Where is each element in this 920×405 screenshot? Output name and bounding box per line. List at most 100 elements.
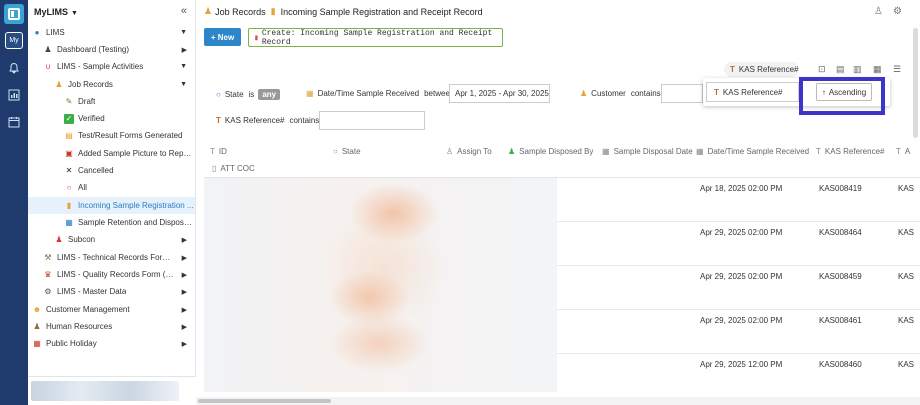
sidebar-item-master-data[interactable]: ⚙ LIMS - Master Data ▶ <box>28 283 195 300</box>
sort-field-select[interactable]: T KAS Reference# <box>706 82 799 102</box>
cell-kas-reference: KAS008460 <box>819 360 862 369</box>
sidebar-item-forms-generated[interactable]: ▤ Test/Result Forms Generated <box>28 127 195 144</box>
highlight-annotation <box>799 77 885 115</box>
collapse-sidebar-icon[interactable]: « <box>181 5 187 17</box>
cell-next: KAS <box>898 272 915 281</box>
sidebar-item-sample-picture[interactable]: ▣ Added Sample Picture to Repor... <box>28 145 195 162</box>
draft-icon: ✎ <box>65 97 73 106</box>
kas-reference-input[interactable] <box>319 111 425 130</box>
person-icon: ♙ <box>446 147 454 156</box>
breadcrumb: ♟ Job Records ▮ Incoming Sample Registra… <box>204 6 483 17</box>
sidebar-item-public-holiday[interactable]: ▦ Public Holiday ▶ <box>28 335 195 352</box>
sidebar-item-draft[interactable]: ✎ Draft <box>28 93 195 110</box>
folder-user-icon: ♟ <box>204 6 213 16</box>
workspace-title[interactable]: MyLIMS ▼ <box>34 7 78 17</box>
file-icon: ▯ <box>212 164 217 173</box>
column-header-state[interactable]: ○ State <box>333 147 361 156</box>
scrollbar-thumb[interactable] <box>198 399 331 403</box>
cell-kas-reference: KAS008419 <box>819 184 862 193</box>
user-profile-area[interactable] <box>28 376 196 405</box>
sidebar-item-lims[interactable]: ● LIMS ▼ <box>28 24 195 41</box>
column-header-kas-reference[interactable]: T KAS Reference# <box>816 147 884 156</box>
notebook-icon: ▮ <box>270 6 276 16</box>
picture-icon: ▣ <box>65 149 73 158</box>
caret-right-icon: ▶ <box>181 288 187 296</box>
user-share-icon[interactable]: ♙ <box>874 6 883 17</box>
date-range-input[interactable]: Apr 1, 2025 - Apr 30, 2025 <box>449 84 550 103</box>
column-header-date-received[interactable]: ▦ Date/Time Sample Received <box>696 147 809 156</box>
text-type-icon: T <box>714 87 719 97</box>
columns-icon[interactable]: ▥ <box>853 64 862 75</box>
sort-chip[interactable]: T KAS Reference# <box>724 62 799 77</box>
caret-down-icon: ▼ <box>180 63 187 70</box>
column-header-next[interactable]: TA <box>896 147 910 156</box>
cell-next: KAS <box>898 360 915 369</box>
column-header-id[interactable]: T ID <box>210 147 227 156</box>
calendar-icon: ▦ <box>33 339 41 348</box>
list-view-icon[interactable]: ☰ <box>893 64 901 75</box>
sidebar-item-dashboard[interactable]: ♟ Dashboard (Testing) ▶ <box>28 41 195 58</box>
grid-icon[interactable]: ▦ <box>873 64 882 75</box>
quality-icon: ♛ <box>44 270 52 279</box>
caret-right-icon: ▶ <box>181 271 187 279</box>
my-workspace-button[interactable]: My <box>5 32 23 49</box>
sidebar-item-human-resources[interactable]: ♟ Human Resources ▶ <box>28 318 195 335</box>
sidebar-item-subcon[interactable]: ♟ Subcon ▶ <box>28 231 195 248</box>
horizontal-scrollbar[interactable] <box>196 397 920 405</box>
page-title: Incoming Sample Registration and Receipt… <box>280 6 483 17</box>
caret-down-icon: ▼ <box>180 29 187 36</box>
redacted-table-area <box>204 178 557 392</box>
column-header-disposed-by[interactable]: ♟ Sample Disposed By <box>508 147 593 156</box>
column-header-disposal-date[interactable]: ▦ Sample Disposal Date <box>602 147 693 156</box>
customer-input[interactable] <box>661 84 703 103</box>
sidebar-item-sample-activities[interactable]: ∪ LIMS - Sample Activities ▼ <box>28 58 195 75</box>
vertical-scrollbar[interactable] <box>913 28 918 138</box>
sidebar-item-quality-records[interactable]: ♛ LIMS - Quality Records Form (QRF) ▶ <box>28 266 195 283</box>
cell-kas-reference: KAS008459 <box>819 272 862 281</box>
subcon-icon: ♟ <box>55 235 63 244</box>
state-value-badge[interactable]: any <box>258 89 281 100</box>
breadcrumb-parent[interactable]: Job Records <box>215 7 266 17</box>
calendar-icon[interactable] <box>7 115 21 129</box>
text-type-icon: T <box>216 116 221 125</box>
sidebar-item-cancelled[interactable]: ✕ Cancelled <box>28 162 195 179</box>
text-type-icon: T <box>896 147 901 156</box>
bell-icon[interactable] <box>7 61 21 75</box>
sidebar-item-technical-records[interactable]: ⚒ LIMS - Technical Records Form (T... ▶ <box>28 249 195 266</box>
sidebar-item-sample-retention[interactable]: ▦ Sample Retention and Disposal... <box>28 214 195 231</box>
column-header-assign-to[interactable]: ♙ Assign To <box>446 147 492 156</box>
cell-date-received: Apr 29, 2025 02:00 PM <box>700 272 783 281</box>
group-icon[interactable]: ⊡ <box>818 64 826 75</box>
cell-kas-reference: KAS008461 <box>819 316 862 325</box>
smiley-icon: ☻ <box>32 305 42 314</box>
column-header-att-coc[interactable]: ▯ ATT COC <box>212 164 255 173</box>
cell-next: KAS <box>898 316 915 325</box>
table-header: T ID ○ State ♙ Assign To ♟ Sample Disposed B… <box>204 143 920 178</box>
x-icon: ✕ <box>65 166 73 175</box>
cell-date-received: Apr 29, 2025 02:00 PM <box>700 228 783 237</box>
sidebar-item-job-records[interactable]: ♟ Job Records ▼ <box>28 76 195 93</box>
new-button[interactable]: + New <box>204 28 241 46</box>
caret-right-icon: ▶ <box>181 340 187 348</box>
redacted-user-info <box>31 381 179 401</box>
caret-right-icon: ▶ <box>181 254 187 262</box>
sidebar-item-all[interactable]: ○ All <box>28 179 195 196</box>
state-circle-icon: ○ <box>333 147 338 156</box>
icon-rail: My <box>0 0 28 405</box>
sidebar-item-verified[interactable]: ✓ Verified <box>28 110 195 127</box>
text-type-icon: T <box>816 147 821 156</box>
app-logo-icon[interactable] <box>4 4 24 24</box>
create-record-button[interactable]: ▮ Create: Incoming Sample Registration an… <box>248 28 503 47</box>
sidebar-item-incoming-sample[interactable]: ▮ Incoming Sample Registration ... <box>28 197 195 214</box>
calendar-icon: ▦ <box>306 89 314 98</box>
settings-gear-icon[interactable]: ⚙ <box>893 6 902 17</box>
sidebar-item-customer-management[interactable]: ☻ Customer Management ▶ <box>28 301 195 318</box>
caret-down-icon: ▼ <box>71 10 78 17</box>
main-content: ♟ Job Records ▮ Incoming Sample Registra… <box>196 0 920 405</box>
filter-icon[interactable]: ▤ <box>836 64 845 75</box>
cell-date-received: Apr 18, 2025 02:00 PM <box>700 184 783 193</box>
chart-icon[interactable] <box>7 88 21 102</box>
filter-state[interactable]: ○ State is any <box>216 89 281 100</box>
calendar-icon: ▦ <box>602 147 610 156</box>
customer-icon: ♟ <box>580 89 588 98</box>
